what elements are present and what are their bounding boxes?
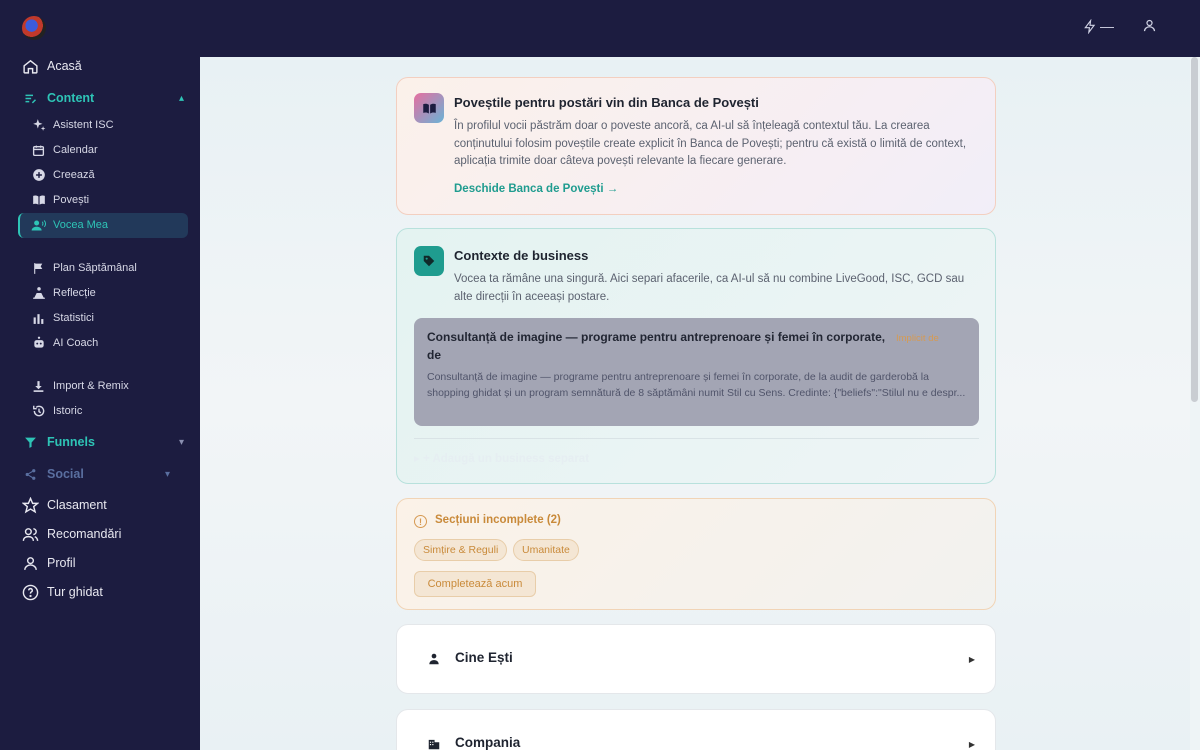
business-card-title: Contexte de business: [454, 248, 589, 263]
nav-section-content[interactable]: Content ▴: [21, 86, 184, 110]
business-item-description: Consultanță de imagine — programe pentru…: [427, 371, 966, 399]
main-content: Poveștile pentru postări vin din Banca d…: [200, 57, 1190, 750]
help-circle-icon: [21, 583, 39, 601]
app-logo[interactable]: [22, 16, 46, 40]
chevron-up-icon: ▴: [178, 92, 184, 104]
nav-povesti[interactable]: Povești: [31, 188, 89, 212]
chevron-down-icon: ▾: [164, 468, 170, 480]
nav-istoric[interactable]: Istoric: [31, 399, 82, 423]
history-icon: [31, 404, 46, 419]
nav-tur-ghidat[interactable]: Tur ghidat: [21, 580, 103, 604]
user-icon: [1143, 19, 1156, 32]
stories-info-card: Poveștile pentru postări vin din Banca d…: [396, 77, 996, 215]
nav-import-remix[interactable]: Import & Remix: [31, 374, 129, 398]
share-icon: [21, 465, 39, 483]
add-business-button[interactable]: ▸ + Adaugă un business separat: [414, 451, 589, 465]
caret-right-icon: ▶: [968, 655, 975, 664]
business-item[interactable]: Consultanță de imagine — programe pentru…: [414, 318, 979, 426]
open-story-bank-link[interactable]: Deschide Banca de Povești →: [454, 183, 618, 195]
complete-now-button[interactable]: Completează acum: [414, 571, 536, 597]
bolt-toggle[interactable]: —: [1083, 18, 1114, 34]
nav-calendar[interactable]: Calendar: [31, 138, 98, 162]
nav-ai-coach[interactable]: AI Coach: [31, 331, 98, 355]
meditation-icon: [31, 286, 46, 301]
accordion-cine-esti[interactable]: Cine Ești ▶: [396, 624, 996, 694]
default-badge: Implicit de: [896, 333, 939, 344]
person-icon: [429, 653, 439, 665]
accordion-compania[interactable]: Compania ▶: [396, 709, 996, 750]
bar-chart-icon: [31, 311, 46, 326]
nav-creeaza[interactable]: Creează: [31, 163, 95, 187]
stories-card-text: În profilul vocii păstrăm doar o poveste…: [454, 120, 967, 167]
account-button[interactable]: [1142, 18, 1157, 36]
robot-icon: [31, 336, 46, 351]
incomplete-sections-title: Secțiuni incomplete (2): [435, 514, 561, 526]
funnel-icon: [21, 433, 39, 451]
divider: [414, 438, 979, 439]
nav-home[interactable]: Acasă: [21, 54, 82, 78]
scrollbar[interactable]: [1191, 57, 1198, 402]
nav-asistent-isc[interactable]: Asistent ISC: [31, 113, 114, 137]
nav-section-funnels[interactable]: Funnels ▾: [21, 430, 184, 454]
nav-clasament[interactable]: Clasament: [21, 493, 107, 517]
tag-icon: [414, 246, 444, 276]
bolt-icon: [1084, 18, 1096, 34]
nav-reflectie[interactable]: Reflecție: [31, 281, 96, 305]
home-icon: [21, 57, 39, 75]
nav-plan-saptamanal[interactable]: Plan Săptămânal: [31, 256, 137, 280]
top-bar: —: [200, 0, 1200, 57]
chevron-down-icon: ▾: [178, 436, 184, 448]
calendar-icon: [31, 143, 46, 158]
bolt-label: —: [1100, 18, 1114, 34]
incomplete-sections-card: ! Secțiuni incomplete (2) Simțire & Regu…: [396, 498, 996, 610]
user-voice-icon: [31, 218, 46, 233]
nav-recomandari[interactable]: Recomandări: [21, 522, 121, 546]
book-open-icon: [414, 93, 444, 123]
accordion-title: Cine Ești: [455, 650, 513, 665]
nav-section-social[interactable]: Social ▾: [21, 462, 170, 486]
users-icon: [21, 525, 39, 543]
accordion-title: Compania: [455, 735, 521, 750]
alert-circle-icon: !: [414, 515, 427, 528]
stories-card-title: Poveștile pentru postări vin din Banca d…: [454, 95, 759, 110]
user-icon: [21, 554, 39, 572]
sidebar: Acasă Content ▴ Asistent ISC Calendar Cr…: [0, 0, 200, 750]
download-icon: [31, 379, 46, 394]
business-item-title: Consultanță de imagine — programe pentru…: [427, 330, 886, 362]
chip-simtire-reguli[interactable]: Simțire & Reguli: [414, 539, 508, 561]
chip-umanitate[interactable]: Umanitate: [513, 539, 579, 561]
caret-right-icon: ▶: [968, 740, 975, 749]
business-contexts-card: Contexte de business Vocea ta rămâne una…: [396, 228, 996, 484]
nav-profil[interactable]: Profil: [21, 551, 75, 575]
plus-circle-icon: [31, 168, 46, 183]
star-icon: [21, 496, 39, 514]
flag-icon: [31, 261, 46, 276]
business-card-text: Vocea ta rămâne una singură. Aici separi…: [454, 273, 965, 303]
nav-vocea-mea[interactable]: Vocea Mea: [31, 213, 108, 237]
sparkles-icon: [31, 118, 46, 133]
nav-statistici[interactable]: Statistici: [31, 306, 94, 330]
pen-lines-icon: [21, 89, 39, 107]
building-icon: [428, 739, 440, 750]
book-icon: [31, 193, 46, 208]
